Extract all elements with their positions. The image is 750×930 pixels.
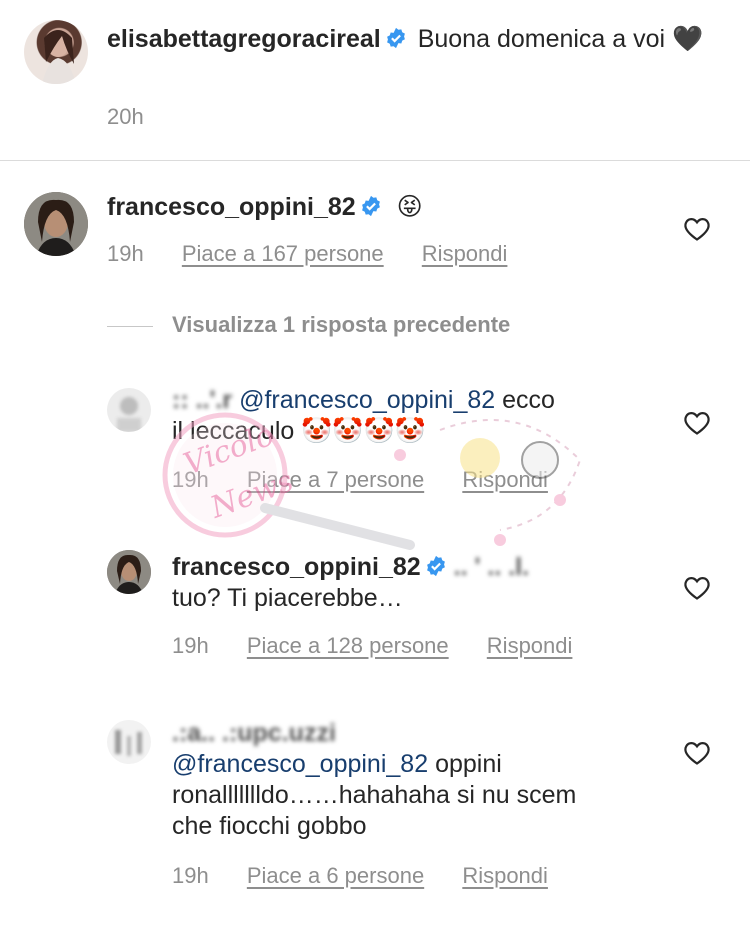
comment-text: francesco_oppini_82 .. ' .. .l. tuo? Ti … <box>172 552 692 614</box>
like-heart-icon[interactable] <box>683 216 711 242</box>
black-heart-emoji: 🖤 <box>672 25 704 53</box>
reply-button[interactable]: Rispondi <box>487 633 573 658</box>
comment-avatar[interactable] <box>24 192 88 256</box>
comment-text: francesco_oppini_82 😝 <box>107 192 423 223</box>
likes-link[interactable]: Piace a 167 persone <box>182 241 384 266</box>
verified-badge-icon <box>361 195 380 217</box>
comment-username[interactable]: francesco_oppini_82 <box>107 193 356 221</box>
like-heart-icon[interactable] <box>683 575 711 601</box>
reply-body-line2: ronallllllldo……hahahaha si nu scem <box>172 781 577 809</box>
comment-username[interactable]: francesco_oppini_82 <box>172 553 421 581</box>
caption-avatar[interactable] <box>24 20 88 84</box>
likes-link[interactable]: Piace a 128 persone <box>247 633 449 658</box>
reply-button[interactable]: Rispondi <box>462 863 548 888</box>
like-heart-icon[interactable] <box>683 410 711 436</box>
mention-link[interactable]: @francesco_oppini_82 <box>172 750 428 778</box>
caption-avatar-photo <box>42 30 76 84</box>
verified-badge-icon <box>426 555 445 577</box>
caption-text: elisabettagregoracireal Buona domenica a… <box>107 24 717 55</box>
like-heart-icon[interactable] <box>683 740 711 766</box>
view-replies-line <box>107 326 153 327</box>
comment-meta: 19h Piace a 167 persone Rispondi <box>107 241 507 267</box>
reply-text: .:a.. .:upc.uzzi @francesco_oppini_82 op… <box>172 718 692 842</box>
comment-body: tuo? Ti piacerebbe… <box>172 584 403 612</box>
reply-avatar[interactable] <box>107 720 151 764</box>
reply-body: oppini <box>435 750 502 778</box>
reply-avatar-photo <box>115 730 142 756</box>
comment-meta: 19h Piace a 128 persone Rispondi <box>172 633 572 659</box>
comment-body: 😝 <box>396 193 423 221</box>
watermark-logo: Vicolo News <box>162 412 582 550</box>
reply-meta: 19h Piace a 6 persone Rispondi <box>172 863 548 889</box>
obscured-username: .:a.. .:upc.uzzi <box>172 719 336 747</box>
comment-time: 19h <box>107 241 144 266</box>
caption-body: Buona domenica a voi <box>417 25 666 53</box>
caption-time: 20h <box>107 104 144 129</box>
view-replies-button[interactable]: Visualizza 1 risposta precedente <box>172 312 510 338</box>
reply-time: 19h <box>172 863 209 888</box>
comment-avatar-photo <box>24 192 88 256</box>
reply-body-line3: che fiocchi gobbo <box>172 812 367 840</box>
reply-button[interactable]: Rispondi <box>422 241 508 266</box>
comment-avatar-photo <box>107 550 151 594</box>
likes-link[interactable]: Piace a 6 persone <box>247 863 424 888</box>
obscured-mention: .. ' .. .l. <box>453 553 530 581</box>
comment-avatar[interactable] <box>107 550 151 594</box>
verified-badge-icon <box>386 27 405 49</box>
comment-time: 19h <box>172 633 209 658</box>
caption-divider <box>0 160 750 161</box>
caption-username[interactable]: elisabettagregoracireal <box>107 25 381 53</box>
